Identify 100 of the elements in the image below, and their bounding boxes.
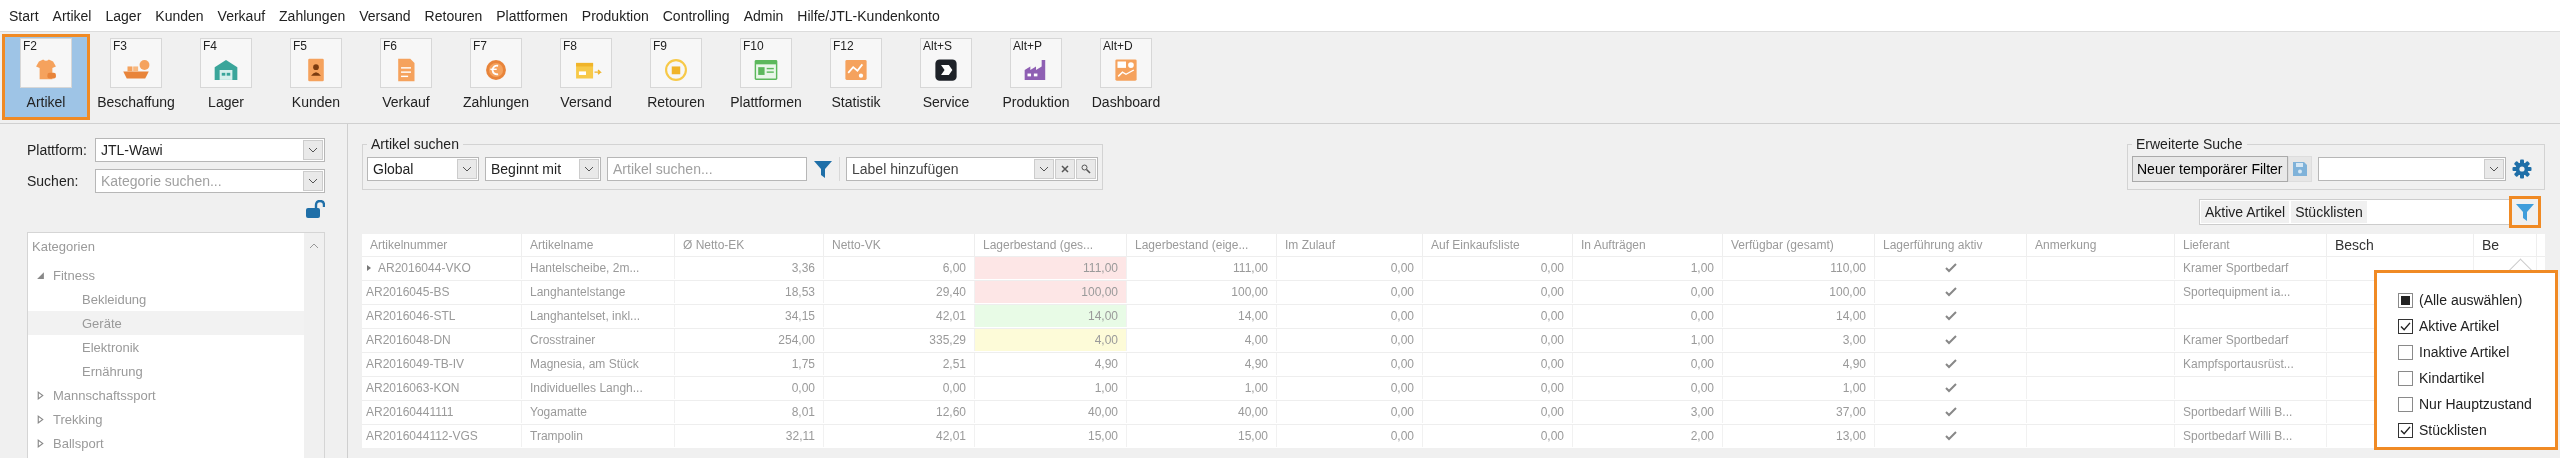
table-cell: AR20160441111	[366, 405, 454, 419]
menu-item[interactable]: Artikel	[45, 7, 99, 24]
table-cell: 12,60	[935, 405, 966, 419]
table-cell: Trampolin	[530, 429, 583, 443]
table-cell: 100,00	[1829, 285, 1866, 299]
table-cell: 18,53	[784, 285, 815, 299]
checkbox[interactable]	[2398, 370, 2413, 386]
table-cell: 4,00	[1094, 333, 1118, 347]
platform-dropdown[interactable]: JTL-Wawi	[95, 138, 325, 162]
filter-dropdown[interactable]	[2317, 157, 2506, 181]
table-cell: 14,00	[1835, 309, 1866, 323]
shortcut-label: F4	[203, 39, 217, 53]
menu-item[interactable]: Hilfe/JTL-Kundenkonto	[790, 7, 947, 24]
shortcut-label: F6	[383, 39, 397, 53]
category-search-field[interactable]: Kategorie suchen...	[96, 172, 303, 190]
toolbar-button[interactable]: F9 Retouren	[632, 34, 720, 120]
table-cell: 0,00	[1690, 381, 1714, 395]
chevron-down-icon	[1039, 166, 1049, 172]
collapsed-triangle-icon[interactable]	[36, 414, 45, 424]
table-cell: Kramer Sportbedarf	[2183, 261, 2289, 275]
table-cell: 42,01	[935, 309, 966, 323]
menu-item[interactable]: Verkauf	[210, 7, 273, 24]
collapsed-triangle-icon[interactable]	[36, 438, 45, 448]
table-cell: 0,00	[1390, 333, 1414, 347]
column-header[interactable]: Be	[2474, 234, 2537, 256]
toolbar-button[interactable]: F4 Lager	[182, 34, 270, 120]
combo-box[interactable]: Kategorie suchen...	[95, 169, 325, 193]
column-header[interactable]: Besch	[2327, 234, 2474, 256]
menu-item[interactable]: Produktion	[574, 7, 656, 24]
toolbar-button[interactable]: F3 Beschaffung	[92, 34, 180, 120]
chevron-down-icon	[308, 178, 318, 184]
shortcut-label: F12	[833, 39, 854, 53]
table-cell: Crosstrainer	[530, 333, 596, 347]
toolbar-button[interactable]: F10 Plattformen	[722, 34, 810, 120]
label-input-field[interactable]: Label hinzufügen	[847, 160, 1034, 178]
shortcut-label: Alt+D	[1103, 39, 1133, 53]
menu-item[interactable]: Zahlungen	[272, 7, 353, 24]
toolbar-button[interactable]: F7 Zahlungen	[452, 34, 540, 120]
settings-icon[interactable]	[2511, 159, 2532, 179]
new-filter-button[interactable]: Neuer temporärer Filter	[2132, 156, 2288, 182]
checkbox-item[interactable]: Nur Hauptzustand	[2398, 391, 2555, 417]
menu-item[interactable]: Versand	[352, 7, 418, 24]
table-cell: 0,00	[1540, 381, 1564, 395]
match-mode-dropdown[interactable]: Beginnt mit	[485, 157, 601, 181]
search-button[interactable]	[1076, 159, 1096, 179]
checkbox-item[interactable]: Inaktive Artikel	[2398, 339, 2555, 365]
menu-item[interactable]: Plattformen	[489, 7, 575, 24]
shortcut-label: F9	[653, 39, 667, 53]
expanded-triangle-icon[interactable]	[36, 270, 45, 280]
table-cell: Sportequipment ia...	[2183, 285, 2291, 299]
checkbox-item[interactable]: Kindartikel	[2398, 365, 2555, 391]
table-cell: Hantelscheibe, 2m...	[530, 261, 640, 275]
table-cell: 37,00	[1835, 405, 1866, 419]
table-cell: 15,00	[1237, 429, 1268, 443]
filter-icon[interactable]	[813, 159, 833, 179]
table-cell: AR2016044112-VGS	[366, 429, 478, 443]
checkbox[interactable]	[2398, 422, 2413, 438]
checkbox-item[interactable]: Stücklisten	[2398, 417, 2555, 443]
table-cell: 4,00	[1244, 333, 1268, 347]
label-dropdown[interactable]: Label hinzufügen	[846, 157, 1098, 181]
toolbar-button[interactable]: F5 Kunden	[272, 34, 360, 120]
shortcut-label: Alt+S	[923, 39, 952, 53]
checkbox[interactable]	[2398, 318, 2413, 334]
checkbox[interactable]	[2398, 396, 2413, 412]
scope-dropdown[interactable]: Global	[367, 157, 479, 181]
group-title: Erweiterte Suche	[2135, 136, 2244, 152]
checkbox-item[interactable]: Aktive Artikel	[2398, 313, 2555, 339]
clear-button[interactable]	[1055, 159, 1075, 179]
table-cell: 1,00	[1244, 381, 1268, 395]
table-cell: 0,00	[1690, 357, 1714, 371]
checkbox-item[interactable]: (Alle auswählen)	[2398, 287, 2555, 313]
table-cell: 0,00	[1540, 357, 1564, 371]
menu-item[interactable]: Kunden	[148, 7, 211, 24]
table-cell: Kramer Sportbedarf	[2183, 333, 2289, 347]
save-button[interactable]	[2287, 156, 2312, 182]
toolbar-button[interactable]: Alt+P Produktion	[992, 34, 1080, 120]
article-search-field[interactable]: Artikel suchen...	[607, 157, 807, 181]
collapsed-triangle-icon[interactable]	[36, 390, 45, 400]
table-cell: 0,00	[1540, 405, 1564, 419]
table-cell: 0,00	[1390, 405, 1414, 419]
table-cell: 0,00	[1540, 429, 1564, 443]
toolbar-button[interactable]: F2 Artikel	[2, 34, 90, 120]
filter-button[interactable]	[2509, 196, 2541, 228]
filter-tag[interactable]: Aktive Artikel	[2201, 201, 2290, 223]
filter-tag[interactable]: Stücklisten	[2291, 201, 2367, 223]
checkbox[interactable]	[2398, 344, 2413, 360]
menu-item[interactable]: Admin	[736, 7, 791, 24]
toolbar-button[interactable]: Alt+S Service	[902, 34, 990, 120]
menu-item[interactable]: Controlling	[655, 7, 737, 24]
toolbar-button[interactable]: F12 Statistik	[812, 34, 900, 120]
toolbar-button[interactable]: Alt+D Dashboard	[1082, 34, 1170, 120]
menu-item[interactable]: Retouren	[417, 7, 490, 24]
menu-item[interactable]: Lager	[98, 7, 149, 24]
menu-item[interactable]: Start	[2, 7, 46, 24]
table-cell: Langhantelstange	[530, 285, 626, 299]
scrollbar[interactable]	[304, 233, 324, 458]
unlocked-padlock-icon[interactable]	[305, 200, 325, 218]
toolbar-button[interactable]: F6 Verkauf	[362, 34, 450, 120]
table-cell: 0,00	[1390, 261, 1414, 275]
toolbar-button[interactable]: F8 Versand	[542, 34, 630, 120]
